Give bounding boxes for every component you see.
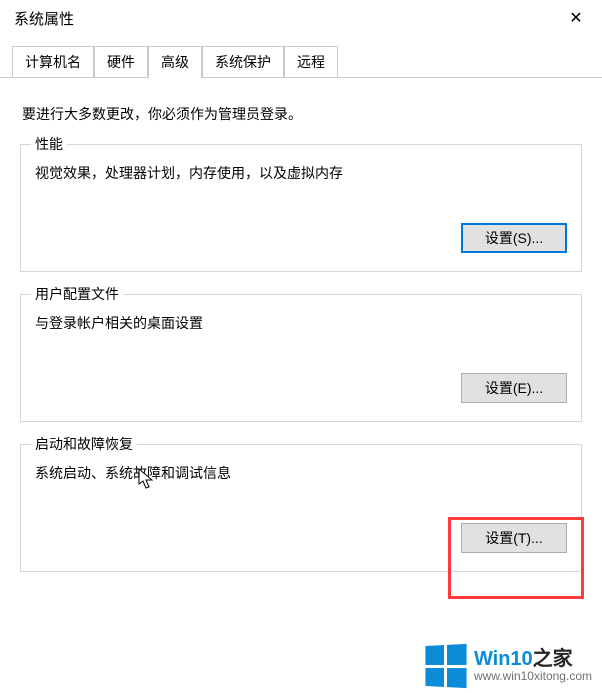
tab-system-protection[interactable]: 系统保护 <box>202 46 284 77</box>
close-button[interactable]: ✕ <box>556 3 596 33</box>
tabstrip: 计算机名 硬件 高级 系统保护 远程 <box>0 48 602 78</box>
tab-remote[interactable]: 远程 <box>284 46 338 77</box>
group-user-profiles: 用户配置文件 与登录帐户相关的桌面设置 设置(E)... <box>20 294 582 422</box>
close-icon: ✕ <box>569 8 582 28</box>
watermark-brand: Win10之家 <box>474 648 592 670</box>
windows-logo-icon <box>425 644 466 688</box>
group-performance-desc: 视觉效果，处理器计划，内存使用，以及虚拟内存 <box>35 163 567 183</box>
group-startup-recovery-desc: 系统启动、系统故障和调试信息 <box>35 463 567 483</box>
performance-settings-button[interactable]: 设置(S)... <box>461 223 567 253</box>
admin-notice: 要进行大多数更改，你必须作为管理员登录。 <box>22 104 580 124</box>
tab-advanced[interactable]: 高级 <box>148 46 202 78</box>
group-user-profiles-legend: 用户配置文件 <box>31 284 123 304</box>
watermark: Win10之家 www.win10xitong.com <box>424 645 592 687</box>
group-performance-legend: 性能 <box>31 134 67 154</box>
tab-computer-name[interactable]: 计算机名 <box>12 46 94 77</box>
startup-recovery-settings-button[interactable]: 设置(T)... <box>461 523 567 553</box>
advanced-panel: 要进行大多数更改，你必须作为管理员登录。 性能 视觉效果，处理器计划，内存使用，… <box>0 78 602 572</box>
watermark-url: www.win10xitong.com <box>474 670 592 683</box>
group-performance: 性能 视觉效果，处理器计划，内存使用，以及虚拟内存 设置(S)... <box>20 144 582 272</box>
group-startup-recovery: 启动和故障恢复 系统启动、系统故障和调试信息 设置(T)... <box>20 444 582 572</box>
tab-hardware[interactable]: 硬件 <box>94 46 148 77</box>
window-title: 系统属性 <box>14 8 74 29</box>
group-user-profiles-desc: 与登录帐户相关的桌面设置 <box>35 313 567 333</box>
user-profiles-settings-button[interactable]: 设置(E)... <box>461 373 567 403</box>
titlebar: 系统属性 ✕ <box>0 0 602 36</box>
group-startup-recovery-legend: 启动和故障恢复 <box>31 434 137 454</box>
